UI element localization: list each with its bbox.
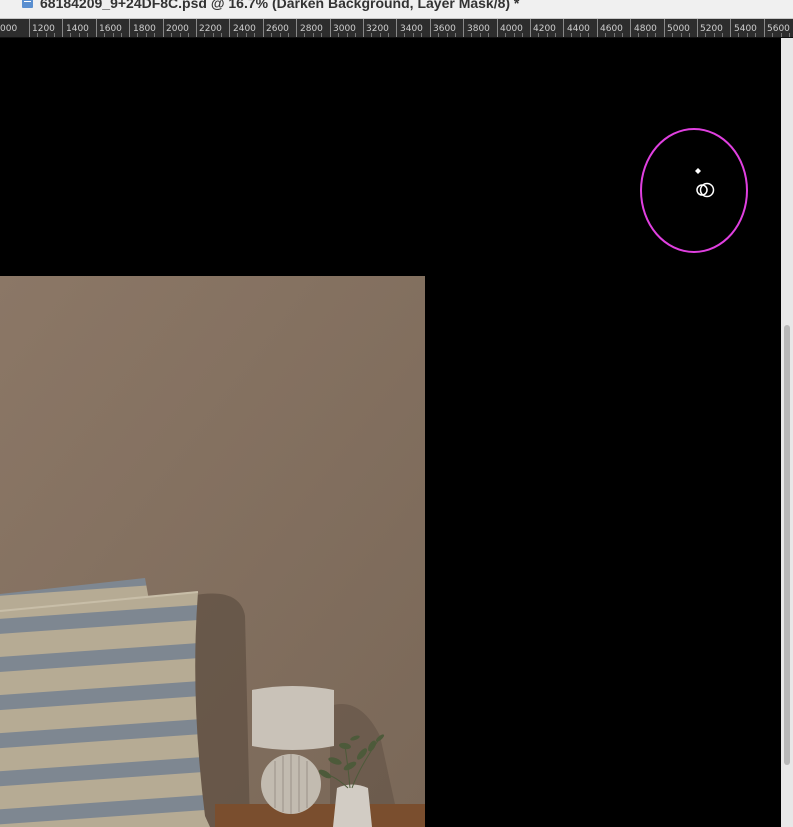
ruler-major-tick	[530, 19, 531, 37]
ruler-tick-label: 2800	[300, 24, 323, 34]
ruler-tick-label: 2200	[199, 24, 222, 34]
ruler-tick-label: 3600	[433, 24, 456, 34]
ruler-tick-label: 4400	[567, 24, 590, 34]
document-icon	[22, 0, 33, 8]
ruler-major-tick	[62, 19, 63, 37]
ruler-major-tick	[29, 19, 30, 37]
ruler-tick-label: 2600	[266, 24, 289, 34]
ruler-tick-label: 000	[0, 24, 18, 34]
ruler-tick-label: 1400	[66, 24, 89, 34]
document-title: 68184209_9+24DF8C.psd @ 16.7% (Darken Ba…	[40, 0, 520, 11]
ruler-tick-label: 5000	[667, 24, 690, 34]
ruler-tick-label: 1800	[133, 24, 156, 34]
ruler-major-tick	[363, 19, 364, 37]
ruler-major-tick	[96, 19, 97, 37]
ruler-major-tick	[563, 19, 564, 37]
ruler-major-tick	[497, 19, 498, 37]
ruler-major-tick	[597, 19, 598, 37]
ruler-tick-label: 3000	[333, 24, 356, 34]
ruler-tick-label: 3400	[400, 24, 423, 34]
ruler-major-tick	[330, 19, 331, 37]
ruler-major-tick	[430, 19, 431, 37]
ruler-tick-label: 4800	[634, 24, 657, 34]
ruler-tick-label: 5600	[767, 24, 790, 34]
ruler-major-tick	[396, 19, 397, 37]
vertical-scrollbar-thumb[interactable]	[784, 325, 790, 765]
ruler-tick-label: 2400	[233, 24, 256, 34]
ruler-major-tick	[129, 19, 130, 37]
horizontal-ruler[interactable]: 000 1200 1400 1600 1800 2000 2200 2400 2600 2800 3…	[0, 19, 793, 38]
ruler-tick-label: 4600	[600, 24, 623, 34]
ruler-major-tick	[630, 19, 631, 37]
ruler-major-tick	[263, 19, 264, 37]
ruler-major-tick	[697, 19, 698, 37]
ruler-tick-label: 4200	[533, 24, 556, 34]
ruler-major-tick	[764, 19, 765, 37]
ruler-tick-label: 3200	[366, 24, 389, 34]
ruler-tick-label: 4000	[500, 24, 523, 34]
brush-cursor-icon	[695, 168, 715, 198]
ruler-tick-label: 5200	[700, 24, 723, 34]
ruler-tick-label: 1600	[99, 24, 122, 34]
document-title-bar[interactable]: 68184209_9+24DF8C.psd @ 16.7% (Darken Ba…	[0, 0, 793, 19]
ruler-major-tick	[163, 19, 164, 37]
ruler-tick-label: 1200	[32, 24, 55, 34]
ruler-major-tick	[463, 19, 464, 37]
ruler-tick-label: 3800	[467, 24, 490, 34]
ruler-tick-label: 5400	[734, 24, 757, 34]
ruler-tick-label: 2000	[166, 24, 189, 34]
bedroom-photo-layer[interactable]	[0, 276, 425, 827]
ruler-major-tick	[296, 19, 297, 37]
ruler-major-tick	[229, 19, 230, 37]
ruler-major-tick	[664, 19, 665, 37]
ruler-major-tick	[730, 19, 731, 37]
bedroom-photo-image	[0, 276, 425, 827]
ruler-major-tick	[196, 19, 197, 37]
